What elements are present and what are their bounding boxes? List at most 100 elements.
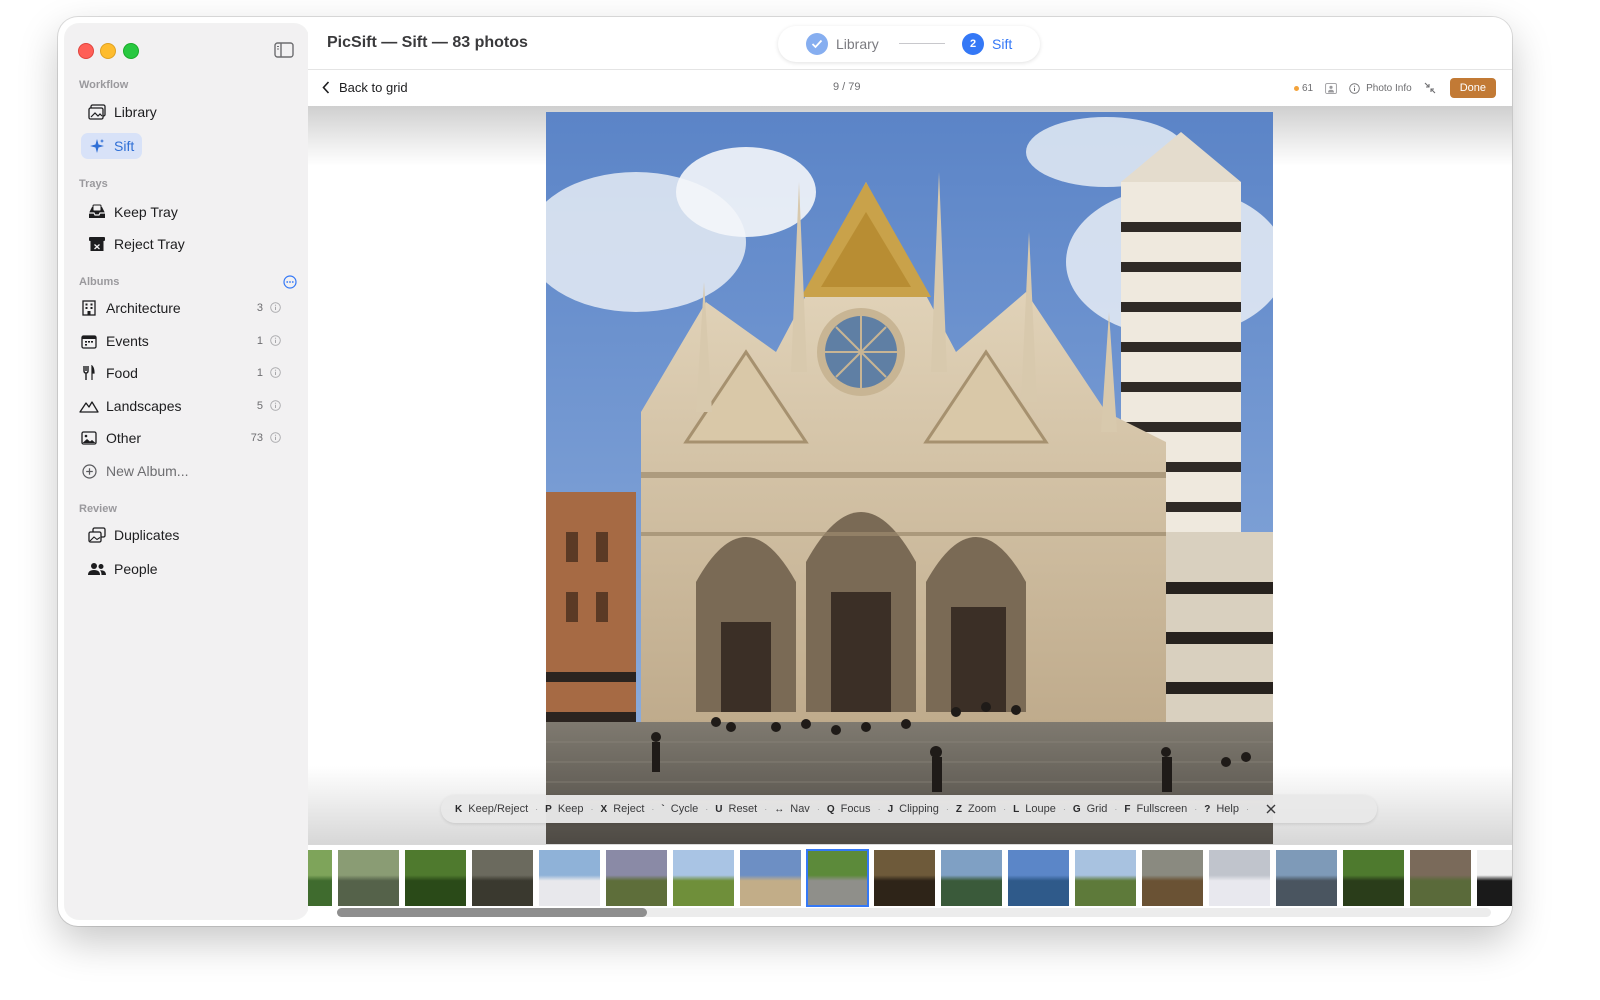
hotkey-key: ↔ — [774, 803, 785, 815]
sidebar-item-label: Landscapes — [106, 398, 182, 414]
albums-more-icon[interactable] — [283, 275, 297, 289]
photo-info-label: Photo Info — [1366, 82, 1412, 94]
sidebar-item-people[interactable]: People — [87, 556, 158, 582]
hotkey-separator: · — [1245, 804, 1249, 814]
filmstrip-thumbnail[interactable] — [1008, 850, 1069, 906]
sidebar-item-label: Food — [106, 365, 138, 381]
filmstrip-thumbnail[interactable] — [338, 850, 399, 906]
sidebar-item-other[interactable]: Other 73 — [79, 425, 293, 451]
hotkey-key: L — [1013, 803, 1020, 815]
done-button[interactable]: Done — [1449, 78, 1496, 98]
hotkey-action: Nav — [790, 803, 810, 815]
filmstrip-thumbnail[interactable] — [673, 850, 734, 906]
filmstrip-thumbnail[interactable] — [405, 850, 466, 906]
sidebar-item-sift[interactable]: Sift — [81, 133, 143, 159]
sidebar-item-keep-tray[interactable]: Keep Tray — [87, 199, 178, 225]
fork-knife-icon — [79, 363, 99, 383]
hotkey-separator: · — [1194, 804, 1198, 814]
sidebar-item-food[interactable]: Food 1 — [79, 360, 293, 386]
filmstrip-thumbnail[interactable] — [1410, 850, 1471, 906]
filmstrip-thumbnail[interactable] — [308, 850, 332, 906]
sidebar-item-duplicates[interactable]: Duplicates — [87, 522, 179, 548]
hotkey-key: U — [715, 803, 723, 815]
filmstrip-thumbnail[interactable] — [806, 849, 869, 907]
info-icon — [1349, 82, 1360, 94]
workflow-stepper: Library 2 Sift — [778, 26, 1040, 62]
close-hotkeys-icon[interactable] — [1266, 804, 1276, 814]
step-connector — [899, 43, 945, 44]
step-sift[interactable]: 2 Sift — [962, 33, 1012, 55]
archive-box-icon — [87, 234, 107, 254]
step-label: Sift — [992, 36, 1013, 52]
info-icon[interactable] — [270, 335, 281, 346]
hotkey-action: Grid — [1086, 803, 1108, 815]
plus-circle-icon — [79, 461, 99, 481]
app-window: Workflow Library Sift Trays Keep Tray Re… — [58, 17, 1512, 926]
info-icon[interactable] — [270, 302, 281, 313]
scrollbar-thumb[interactable] — [337, 908, 647, 917]
filmstrip-thumbnail[interactable] — [1343, 850, 1404, 906]
filmstrip-thumbnail[interactable] — [740, 850, 801, 906]
sidebar-item-landscapes[interactable]: Landscapes 5 — [79, 393, 293, 419]
new-album-button[interactable]: New Album... — [79, 458, 188, 484]
sidebar-item-architecture[interactable]: Architecture 3 — [79, 295, 293, 321]
photo-viewer: K Keep/Reject · P Keep · X Reject · ` Cycle · U Reset… — [308, 106, 1512, 845]
filmstrip-thumbnail[interactable] — [539, 850, 600, 906]
hotkey-separator: · — [1062, 804, 1066, 814]
sidebar-item-events[interactable]: Events 1 — [79, 328, 293, 354]
photo-position: 9 / 79 — [833, 81, 861, 93]
album-count: 5 — [256, 400, 263, 412]
minimize-window-button[interactable] — [100, 43, 116, 59]
hotkey-item: Q Focus — [827, 803, 871, 815]
viewer-tools: 61 Photo Info Done — [1293, 78, 1496, 98]
section-header-workflow: Workflow — [79, 79, 129, 91]
filmstrip-thumbnail[interactable] — [1075, 850, 1136, 906]
window-title: PicSift — Sift — 83 photos — [327, 34, 528, 51]
hotkey-item: P Keep — [545, 803, 583, 815]
hotkey-action: Fullscreen — [1136, 803, 1188, 815]
people-icon — [87, 559, 107, 579]
info-icon[interactable] — [270, 432, 281, 443]
hotkey-separator: · — [816, 804, 820, 814]
hotkey-item: F Fullscreen — [1124, 803, 1187, 815]
filmstrip-thumbnail[interactable] — [472, 850, 533, 906]
hotkey-separator: · — [705, 804, 709, 814]
hotkey-action: Focus — [840, 803, 871, 815]
building-icon — [79, 298, 99, 318]
hotkey-item: K Keep/Reject — [455, 803, 528, 815]
filmstrip-scrollbar[interactable] — [337, 908, 1491, 917]
hotkey-key: J — [887, 803, 894, 815]
zoom-window-button[interactable] — [123, 43, 139, 59]
hotkey-item: ` Cycle — [661, 803, 698, 815]
back-to-grid-button[interactable]: Back to grid — [322, 80, 408, 95]
filmstrip-thumbnail[interactable] — [1209, 850, 1270, 906]
sparkle-icon — [87, 136, 107, 156]
sidebar-item-reject-tray[interactable]: Reject Tray — [87, 231, 185, 257]
exit-fullscreen-icon[interactable] — [1424, 82, 1436, 94]
info-icon[interactable] — [270, 400, 281, 411]
filmstrip-thumbnail[interactable] — [606, 850, 667, 906]
hotkey-key: F — [1124, 803, 1131, 815]
close-window-button[interactable] — [78, 43, 94, 59]
hotkey-item: G Grid — [1073, 803, 1108, 815]
tray-icon — [87, 202, 107, 222]
filmstrip-thumbnail[interactable] — [1276, 850, 1337, 906]
hotkey-action: Keep — [557, 803, 584, 815]
filmstrip-thumbnail[interactable] — [1142, 850, 1203, 906]
filmstrip-thumbnail[interactable] — [1477, 850, 1512, 906]
info-icon[interactable] — [270, 367, 281, 378]
title-bar: PicSift — Sift — 83 photos Library 2 Sif… — [308, 17, 1512, 70]
kept-dot-icon — [1293, 85, 1299, 91]
photo-library-icon — [87, 102, 107, 122]
hotkey-key: K — [455, 803, 463, 815]
step-library[interactable]: Library — [806, 33, 879, 55]
photo-info-button[interactable]: Photo Info — [1349, 83, 1412, 94]
sidebar-item-library[interactable]: Library — [87, 99, 157, 125]
sidebar-item-label: Sift — [114, 138, 135, 154]
filmstrip-thumbnail[interactable] — [874, 850, 935, 906]
sidebar-toggle-icon[interactable] — [274, 42, 294, 58]
main-photo[interactable] — [546, 112, 1273, 845]
filmstrip-thumbnail[interactable] — [941, 850, 1002, 906]
hotkey-action: Loupe — [1025, 803, 1056, 815]
portrait-toggle-icon[interactable] — [1325, 82, 1337, 94]
